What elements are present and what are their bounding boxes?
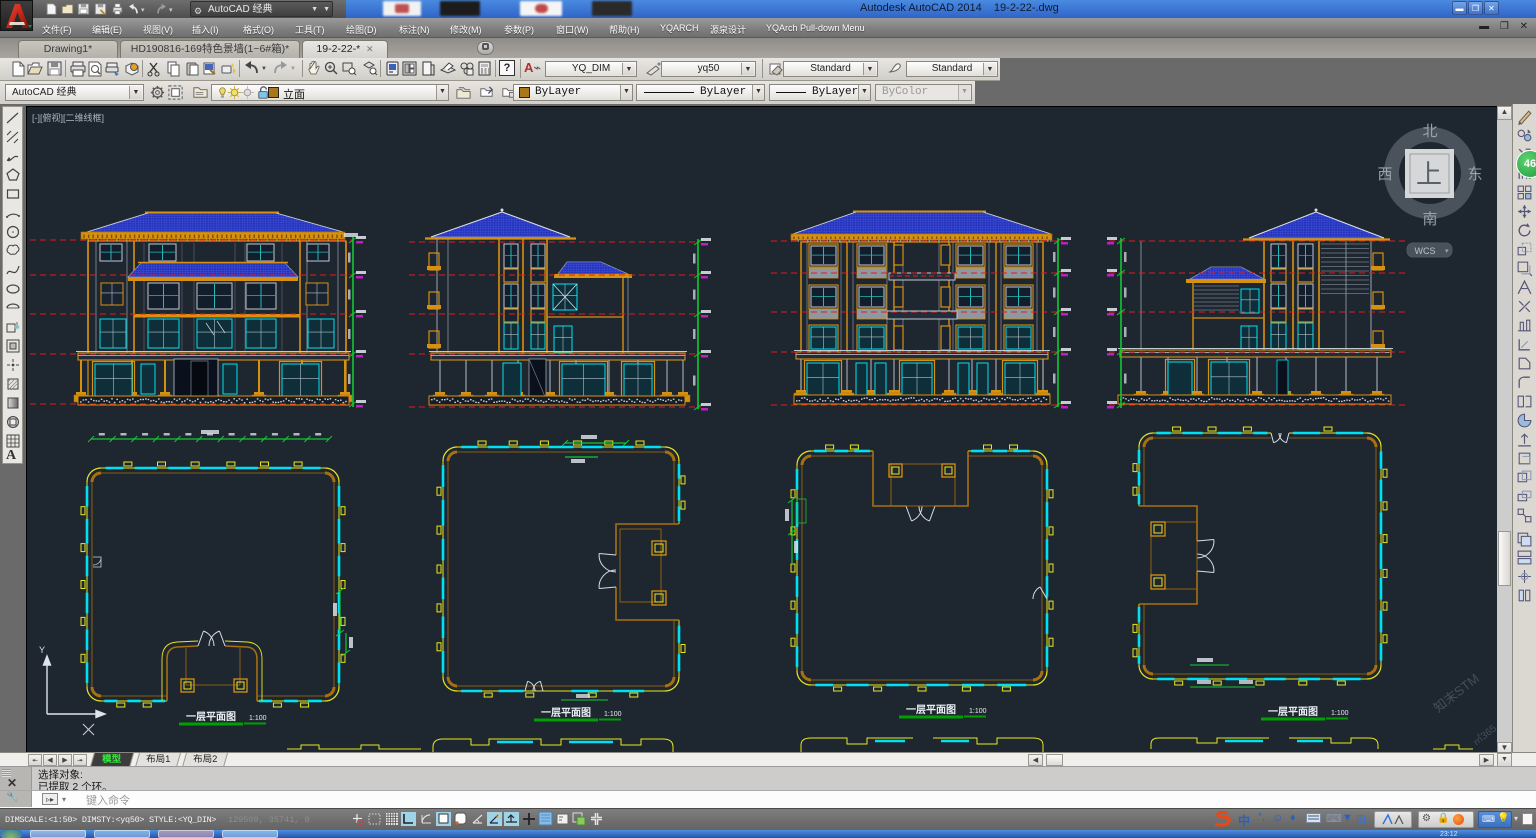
svg-text:一层平面图: 一层平面图 [186, 711, 236, 723]
svg-text:1:100: 1:100 [1331, 710, 1349, 717]
svg-text:知末STM: 知末STM [1431, 671, 1482, 716]
svg-text:东: 东 [1467, 166, 1482, 183]
svg-text:上: 上 [1416, 159, 1442, 189]
svg-text:[-][俯视][二维线框]: [-][俯视][二维线框] [32, 112, 104, 123]
svg-text:一层平面图: 一层平面图 [541, 707, 591, 719]
svg-text:一层平面图: 一层平面图 [906, 704, 956, 716]
svg-text:北: 北 [1422, 123, 1437, 140]
svg-text:西: 西 [1377, 166, 1392, 183]
svg-text:Y: Y [39, 645, 45, 655]
svg-text:㎡365: ㎡365 [1470, 722, 1498, 748]
svg-text:一层平面图: 一层平面图 [1268, 706, 1318, 718]
svg-text:1:100: 1:100 [604, 711, 622, 718]
svg-text:1:100: 1:100 [249, 715, 267, 722]
svg-text:WCS: WCS [1415, 246, 1436, 256]
svg-text:▾: ▾ [1445, 248, 1449, 255]
svg-text:1:100: 1:100 [969, 708, 987, 715]
svg-text:南: 南 [1422, 211, 1437, 228]
